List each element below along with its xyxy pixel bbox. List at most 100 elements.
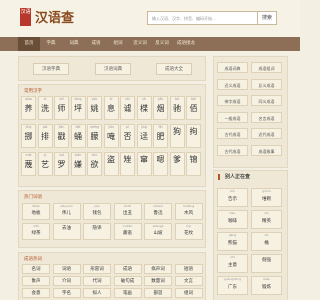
nav-item-jielong[interactable]: 成语接龙 <box>173 37 199 51</box>
word-cell[interactable]: mùfēng 木风 <box>174 203 203 220</box>
dict-button-chengyu[interactable]: 成语大全 <box>156 63 192 75</box>
char-cell[interactable]: yáo 姚 <box>87 96 102 120</box>
side-link[interactable]: 带字成语 <box>217 95 248 106</box>
idiom-cell[interactable]: 短语 <box>174 264 203 274</box>
char-cell[interactable]: jīng 挪 <box>21 124 36 148</box>
char-cell[interactable]: shì 谑 <box>120 96 135 120</box>
word-cell[interactable]: 隐讳 <box>83 223 111 240</box>
char-cell[interactable]: miè 蔑 <box>21 152 36 176</box>
idiom-cell[interactable]: 代词 <box>83 276 111 286</box>
dict-button-cidian[interactable]: 汉语词典 <box>95 63 131 75</box>
char-cell[interactable]: xǐ 洗 <box>37 96 53 120</box>
side-link[interactable]: 同义成语 <box>251 95 282 106</box>
idiom-cell[interactable]: 笔画 <box>113 288 142 298</box>
char-cell[interactable]: 窜 <box>136 152 152 176</box>
people-cell[interactable]: gēng 熊猫 <box>217 232 248 251</box>
site-logo[interactable]: 汉语 汉语查 <box>20 7 74 26</box>
idiom-cell[interactable]: 会意 <box>22 288 50 298</box>
char-cell[interactable]: pǐ 否 <box>120 124 135 148</box>
char-cell[interactable]: 拘 <box>186 124 201 148</box>
people-cell[interactable]: bō 桶 <box>251 232 282 251</box>
char-cell[interactable]: xiān 嫌 <box>70 152 86 176</box>
char-cell[interactable]: 爹 <box>169 152 185 176</box>
char-cell[interactable]: chù 欲 <box>87 152 102 176</box>
nav-item-cidian[interactable]: 词典 <box>63 37 85 51</box>
side-link[interactable]: 近代成语 <box>251 128 282 139</box>
people-cell[interactable]: tiào 咖啡 <box>217 210 248 229</box>
nav-item-home[interactable]: 首页 <box>18 37 40 51</box>
side-link[interactable]: 成语故事 <box>251 144 282 156</box>
char-cell[interactable]: 矬 <box>120 152 135 176</box>
people-cell[interactable]: duǎn 锻炼 <box>251 276 282 295</box>
idiom-cell[interactable]: 文言 <box>174 276 203 286</box>
people-cell[interactable]: 倔强 <box>251 254 282 273</box>
nav-item-zidian[interactable]: 字典 <box>40 37 62 51</box>
word-cell[interactable]: jiǎo 钱包 <box>83 203 111 220</box>
idiom-cell[interactable]: 成语 <box>113 264 142 274</box>
char-cell[interactable]: méng 朦 <box>87 124 102 148</box>
char-cell[interactable]: shī 师 <box>54 96 69 120</box>
word-text: 花纹 <box>184 231 193 236</box>
char-cell[interactable]: jìng 迳 <box>136 124 152 148</box>
char-cell[interactable]: pái 排 <box>37 124 53 148</box>
char-cell[interactable]: 狗 <box>169 124 185 148</box>
people-cell[interactable]: shì 精英 <box>251 210 282 229</box>
people-cell[interactable]: guǎngdōng 广东 <box>217 276 248 295</box>
idiom-cell[interactable]: 破句成 <box>113 276 142 286</box>
side-link[interactable]: 成语词典 <box>217 62 248 73</box>
char-cell[interactable]: qiáo 荞 <box>21 96 36 120</box>
nav-item-jinyici[interactable]: 近义词 <box>129 37 151 51</box>
char-cell[interactable]: bó 驰 <box>169 96 185 120</box>
char-cell[interactable]: 锦 <box>186 152 201 176</box>
word-cell[interactable]: mùtǎo 藤逃 <box>113 223 142 240</box>
idiom-cell[interactable]: 字名 <box>52 288 81 298</box>
side-link[interactable]: 古代成语 <box>217 144 248 156</box>
word-cell[interactable]: zhūwǔ 鲁迅 <box>144 203 172 220</box>
char-cell[interactable]: yǎn 唵 <box>103 124 119 148</box>
side-link[interactable]: 近义成语 <box>217 78 248 90</box>
side-link[interactable]: 古代成语 <box>217 128 248 139</box>
idiom-cell[interactable]: 拟声词 <box>144 264 172 274</box>
char-text: 洗 <box>41 104 49 113</box>
char-cell[interactable]: bēi 蛹 <box>70 124 86 148</box>
char-cell[interactable]: xī 息 <box>103 96 119 120</box>
word-cell[interactable]: lìqī 花纹 <box>174 223 203 240</box>
side-link[interactable]: 名言成语 <box>251 111 282 123</box>
side-link[interactable]: 反义成语 <box>251 78 282 90</box>
char-cell[interactable]: fèi 肥 <box>153 124 168 148</box>
char-cell[interactable]: 嗯 <box>153 152 168 176</box>
people-cell[interactable]: gǔmù 堆砌 <box>251 188 282 207</box>
char-cell[interactable]: luó 罗 <box>54 152 69 176</box>
word-cell[interactable]: wěiyuán 伟儿 <box>52 203 81 220</box>
word-cell[interactable]: chūtǐ 出丑 <box>113 203 142 220</box>
idiom-cell[interactable]: 名词 <box>22 264 50 274</box>
idiom-cell[interactable]: 组词 <box>174 288 203 298</box>
idiom-cell[interactable]: 数量词 <box>144 276 172 286</box>
char-cell[interactable]: bǎi 佰 <box>186 96 201 120</box>
idiom-cell[interactable]: 词语 <box>52 264 81 274</box>
people-cell[interactable]: zhī 主意 <box>217 254 248 273</box>
nav-item-chengyu[interactable]: 成语 <box>85 37 107 51</box>
idiom-cell[interactable]: 拟人 <box>83 288 111 298</box>
idiom-cell[interactable]: 象声 <box>22 276 50 286</box>
search-button[interactable]: 搜索 <box>257 11 277 25</box>
idiom-cell[interactable]: 形容词 <box>83 264 111 274</box>
char-cell[interactable]: yì 艺 <box>37 152 53 176</box>
word-cell[interactable]: shāngà 山坡 <box>144 223 172 240</box>
char-cell[interactable]: 盗 <box>103 152 119 176</box>
nav-item-zuci[interactable]: 组词 <box>107 37 129 51</box>
word-cell[interactable]: dìbǎn 地板 <box>22 203 50 220</box>
char-cell[interactable]: yān 烟 <box>153 96 168 120</box>
word-cell[interactable]: xìtǎ 绿茶 <box>22 223 50 240</box>
char-cell[interactable]: yè 楪 <box>136 96 152 120</box>
people-cell[interactable]: xùn 告示 <box>217 188 248 207</box>
char-cell[interactable]: bìng 坪 <box>70 96 86 120</box>
char-cell[interactable]: jiān 戳 <box>54 124 69 148</box>
side-link[interactable]: 一般成语 <box>217 111 248 123</box>
idiom-cell[interactable]: 部首 <box>144 288 172 298</box>
nav-item-fanyici[interactable]: 反义词 <box>151 37 173 51</box>
dict-button-zidian[interactable]: 汉语字典 <box>33 63 69 75</box>
word-cell[interactable]: 去油 <box>52 223 81 240</box>
idiom-cell[interactable]: 介词 <box>52 276 81 286</box>
side-link[interactable]: 成语组词 <box>251 62 282 73</box>
